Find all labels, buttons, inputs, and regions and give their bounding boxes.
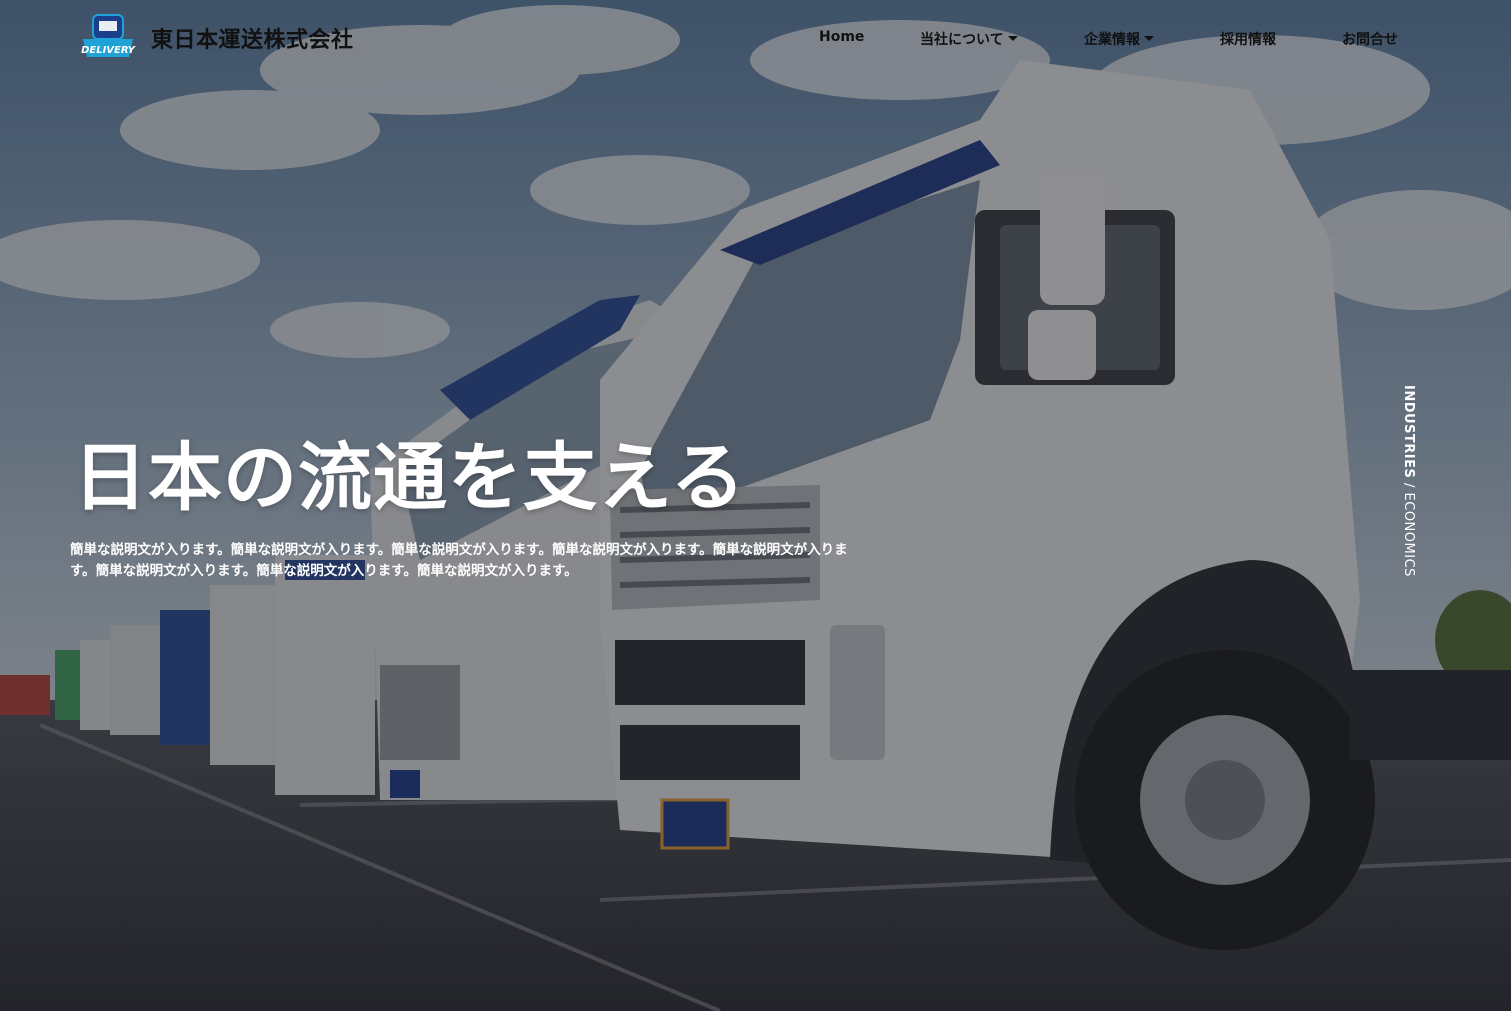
caret-down-icon	[1007, 35, 1018, 41]
nav-item-contact[interactable]: お問合せ	[1342, 29, 1398, 49]
nav-item-label: 当社について	[920, 32, 1004, 48]
caret-down-icon	[1144, 35, 1154, 41]
nav-item-label: 採用情報	[1220, 32, 1276, 48]
delivery-logo-icon[interactable]: DELIVERY	[79, 13, 137, 63]
logo-text: DELIVERY	[81, 45, 137, 56]
site-header: DELIVERY 東日本運送株式会社 Home 当社について 企業情報 採用情報…	[0, 0, 1511, 78]
nav-item-label: 企業情報	[1084, 32, 1140, 48]
nav-item-label: お問合せ	[1342, 32, 1398, 48]
side-label-rest: / ECONOMICS	[1401, 478, 1416, 577]
nav-item-home[interactable]: Home	[819, 29, 864, 45]
side-label: INDUSTRIES / ECONOMICS	[1401, 385, 1416, 577]
company-name[interactable]: 東日本運送株式会社	[151, 22, 354, 54]
nav-item-about[interactable]: 当社について	[920, 29, 1018, 49]
nav-item-company-info[interactable]: 企業情報	[1084, 29, 1154, 49]
hero-headline: 日本の流通を支える	[73, 435, 746, 521]
hero-description: 簡単な説明文が入ります。簡単な説明文が入ります。簡単な説明文が入ります。簡単な説…	[70, 542, 848, 579]
nav-item-label: Home	[819, 29, 865, 45]
side-label-strong: INDUSTRIES	[1401, 385, 1416, 479]
nav-item-recruit[interactable]: 採用情報	[1220, 29, 1276, 49]
